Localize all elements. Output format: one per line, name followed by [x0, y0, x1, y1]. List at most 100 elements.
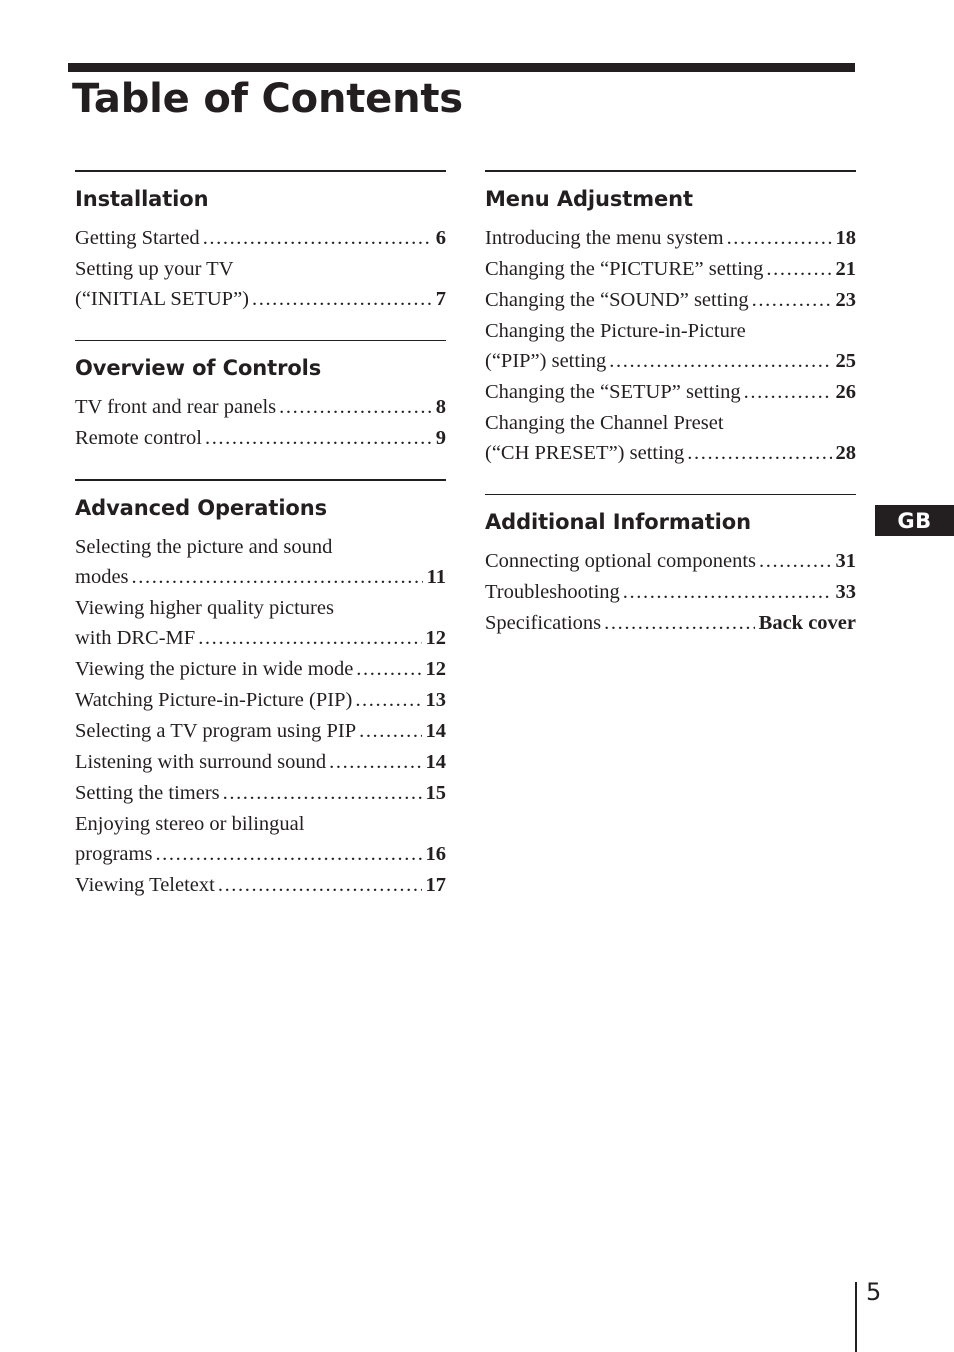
- toc-entry-page-number: 33: [835, 581, 857, 604]
- toc-entry[interactable]: Selecting a TV program using PIP 14: [75, 716, 446, 746]
- toc-entry-row: Viewing the picture in wide mode 12: [75, 654, 446, 684]
- toc-entry-page-number: Back cover: [758, 612, 856, 635]
- toc-entry-page-number: 23: [835, 288, 857, 311]
- section-heading: Installation: [75, 186, 209, 211]
- toc-entry-page-number: 25: [835, 349, 857, 372]
- toc-entry-line1: Enjoying stereo or bilingual: [75, 812, 305, 835]
- toc-entry[interactable]: Selecting the picture and sound modes 11: [75, 532, 446, 592]
- left-column: Installation Getting Started 6 Setting up y…: [75, 170, 446, 901]
- toc-entry-row: Viewing Teletext 17: [75, 870, 446, 900]
- toc-entry[interactable]: Watching Picture-in-Picture (PIP) 13: [75, 685, 446, 715]
- toc-entry-page-number: 14: [425, 750, 447, 773]
- toc-entry-line1: Selecting the picture and sound: [75, 535, 333, 558]
- dot-leader: [359, 716, 421, 746]
- toc-section: Advanced Operations Selecting the picture…: [75, 479, 446, 900]
- toc-entry[interactable]: Setting up your TV (“INITIAL SETUP”) 7: [75, 254, 446, 314]
- toc-entry[interactable]: Changing the “SOUND” setting 23: [485, 285, 856, 315]
- toc-entry-row: Getting Started 6: [75, 223, 446, 253]
- toc-entry[interactable]: Remote control 9: [75, 423, 446, 453]
- toc-entry[interactable]: Introducing the menu system 18: [485, 223, 856, 253]
- toc-entry-row: Selecting a TV program using PIP 14: [75, 716, 446, 746]
- section-heading: Additional Information: [485, 510, 751, 535]
- toc-entry[interactable]: Changing the “PICTURE” setting 21: [485, 254, 856, 284]
- toc-entry-label: (“INITIAL SETUP”): [75, 287, 249, 310]
- toc-entry-row: Changing the “SOUND” setting 23: [485, 285, 856, 315]
- toc-entry-page-number: 8: [435, 396, 446, 419]
- toc-entry-line1: Viewing higher quality pictures: [75, 596, 334, 619]
- dot-leader: [355, 685, 421, 715]
- toc-entry[interactable]: Listening with surround sound 14: [75, 747, 446, 777]
- toc-entry-line1: Changing the Channel Preset: [485, 411, 724, 434]
- toc-entry[interactable]: Viewing the picture in wide mode 12: [75, 654, 446, 684]
- toc-entry-label: Remote control: [75, 427, 202, 450]
- toc-entry-line1: Setting up your TV: [75, 257, 234, 280]
- dot-leader: [356, 654, 421, 684]
- toc-entry-page-number: 21: [835, 257, 857, 280]
- toc-entry[interactable]: Changing the Channel Preset (“CH PRESET”)…: [485, 408, 856, 468]
- toc-entry-label: TV front and rear panels: [75, 396, 277, 419]
- toc-entry-page-number: 13: [425, 688, 447, 711]
- toc-entry-label: Selecting a TV program using PIP: [75, 719, 357, 742]
- section-heading: Advanced Operations: [75, 495, 327, 520]
- dot-leader: [279, 392, 432, 422]
- toc-entry-row: Changing the “PICTURE” setting 21: [485, 254, 856, 284]
- toc-entry[interactable]: Setting the timers 15: [75, 778, 446, 808]
- toc-entry-label: (“CH PRESET”) setting: [485, 441, 685, 464]
- toc-entry-label: Introducing the menu system: [485, 226, 724, 249]
- toc-entry-label: Setting the timers: [75, 781, 220, 804]
- dot-leader: [329, 747, 421, 777]
- title-divider-bar: [68, 63, 855, 72]
- toc-entry[interactable]: Viewing Teletext 17: [75, 870, 446, 900]
- toc-entry-row: Troubleshooting 33: [485, 577, 856, 607]
- toc-entry-row: Listening with surround sound 14: [75, 747, 446, 777]
- toc-entry-page-number: 12: [425, 626, 447, 649]
- dot-leader: [687, 438, 831, 468]
- toc-entry-page-number: 12: [425, 657, 447, 680]
- toc-entry-label: (“PIP”) setting: [485, 349, 607, 372]
- toc-entry-label: Getting Started: [75, 226, 200, 249]
- toc-entry-label: Viewing Teletext: [75, 873, 215, 896]
- footer-divider: [855, 1282, 857, 1352]
- toc-entry-label: programs: [75, 842, 153, 865]
- toc-entry-row: (“INITIAL SETUP”) 7: [75, 284, 446, 314]
- toc-entry-row: modes 11: [75, 562, 446, 592]
- toc-entry-label: Troubleshooting: [485, 581, 620, 604]
- toc-entry[interactable]: Getting Started 6: [75, 223, 446, 253]
- toc-entry-row: (“CH PRESET”) setting 28: [485, 438, 856, 468]
- toc-entry-row: with DRC-MF 12: [75, 623, 446, 653]
- toc-entry[interactable]: Changing the Picture-in-Picture (“PIP”) s…: [485, 316, 856, 376]
- dot-leader: [198, 623, 421, 653]
- toc-entry[interactable]: Troubleshooting 33: [485, 577, 856, 607]
- toc-entry[interactable]: Enjoying stereo or bilingual programs 16: [75, 809, 446, 869]
- toc-entry-row: Connecting optional components 31: [485, 546, 856, 576]
- toc-entry-page-number: 31: [835, 550, 857, 573]
- toc-entry-label: Watching Picture-in-Picture (PIP): [75, 688, 353, 711]
- page-title: Table of Contents: [72, 76, 463, 122]
- toc-section: Installation Getting Started 6 Setting up y…: [75, 170, 446, 314]
- dot-leader: [223, 778, 422, 808]
- toc-entry-label: Viewing the picture in wide mode: [75, 657, 354, 680]
- toc-entry-page-number: 14: [425, 719, 447, 742]
- toc-section: Additional Information Connecting optiona…: [485, 493, 856, 639]
- toc-entry[interactable]: Viewing higher quality pictures with DRC-…: [75, 593, 446, 653]
- toc-entry[interactable]: TV front and rear panels 8: [75, 392, 446, 422]
- dot-leader: [759, 546, 831, 576]
- toc-entry-row: Watching Picture-in-Picture (PIP) 13: [75, 685, 446, 715]
- section-divider: [75, 479, 446, 481]
- toc-entry[interactable]: Specifications Back cover: [485, 608, 856, 638]
- dot-leader: [766, 254, 831, 284]
- toc-entry-page-number: 17: [425, 873, 447, 896]
- dot-leader: [252, 284, 432, 314]
- dot-leader: [155, 839, 421, 869]
- toc-entry[interactable]: Changing the “SETUP” setting 26: [485, 377, 856, 407]
- toc-entry-label: Listening with surround sound: [75, 750, 327, 773]
- dot-leader: [623, 577, 832, 607]
- toc-entry-line1: Changing the Picture-in-Picture: [485, 319, 746, 342]
- toc-entry[interactable]: Connecting optional components 31: [485, 546, 856, 576]
- section-divider: [75, 339, 446, 342]
- toc-page: Table of Contents Installation Getting St…: [0, 0, 954, 1352]
- dot-leader: [604, 608, 755, 638]
- toc-entry-label: Changing the “PICTURE” setting: [485, 257, 764, 280]
- toc-entry-page-number: 26: [835, 380, 857, 403]
- toc-entry-row: Introducing the menu system 18: [485, 223, 856, 253]
